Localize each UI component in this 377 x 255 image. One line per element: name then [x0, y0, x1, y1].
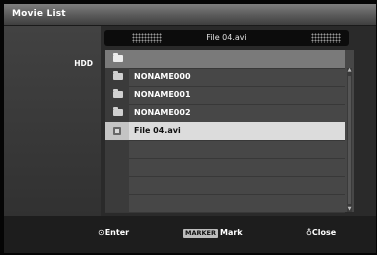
list-item-selected[interactable]: File 04.avi: [105, 122, 345, 141]
folder-icon: [113, 107, 123, 116]
dotted-pattern-right: [311, 33, 341, 43]
button-hint-bar: ⊙Enter MARKER Mark ♁Close: [4, 216, 376, 253]
list-item[interactable]: NONAME001: [105, 86, 345, 105]
movie-file-icon: [113, 127, 121, 135]
list-item[interactable]: NONAME002: [105, 104, 345, 123]
movie-list-window: Movie List HDD File 04.avi NONAME000 NON…: [4, 4, 376, 253]
list-item-label: NONAME001: [134, 90, 191, 99]
device-panel: HDD: [4, 26, 101, 216]
list-item[interactable]: NONAME000: [105, 68, 345, 87]
filename-display: File 04.avi: [104, 30, 349, 46]
folder-icon: [113, 71, 123, 80]
empty-row: [105, 158, 345, 177]
enter-label: Enter: [104, 228, 130, 237]
mark-label: Mark: [220, 228, 243, 237]
open-folder-icon: [113, 53, 123, 62]
list-item-label: NONAME002: [134, 108, 191, 117]
window-title: Movie List: [12, 9, 66, 19]
empty-row: [105, 194, 345, 213]
empty-row: [105, 140, 345, 159]
list-item-label: File 04.avi: [134, 126, 181, 135]
scrollbar-thumb[interactable]: [348, 76, 351, 204]
scroll-down-icon[interactable]: ▼: [347, 207, 352, 212]
folder-icon: [113, 89, 123, 98]
marker-button-icon: MARKER: [183, 228, 218, 238]
close-hint[interactable]: ♁Close: [306, 228, 336, 237]
scroll-up-icon[interactable]: ▲: [347, 68, 352, 73]
parent-folder-row[interactable]: [105, 50, 345, 69]
list-item-label: NONAME000: [134, 72, 191, 81]
scrollbar[interactable]: ▲ ▼: [347, 68, 352, 212]
title-bar: Movie List: [4, 4, 376, 26]
file-list: NONAME000 NONAME001 NONAME002 File 04.av…: [105, 50, 354, 213]
enter-button-icon: ⊙: [98, 228, 105, 237]
device-label-hdd[interactable]: HDD: [74, 59, 93, 68]
enter-hint[interactable]: ⊙Enter: [98, 228, 129, 237]
empty-row: [105, 176, 345, 195]
close-label: Close: [311, 228, 337, 237]
mark-hint[interactable]: MARKER Mark: [183, 228, 243, 238]
